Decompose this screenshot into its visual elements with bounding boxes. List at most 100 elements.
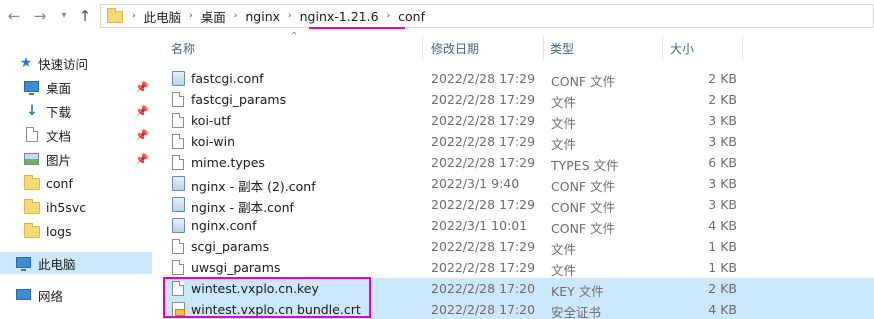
file-size: 3 KB — [708, 113, 737, 128]
sidebar-item-quick-access[interactable]: ★ 快速访问 — [0, 52, 152, 74]
sidebar-item-label: 图片 — [46, 152, 72, 168]
file-date: 2022/2/28 17:20 — [431, 281, 536, 296]
sidebar-item-network[interactable]: 网络 — [0, 284, 152, 306]
file-type: 文件 — [551, 263, 577, 278]
conf-file-icon — [172, 176, 186, 192]
file-date: 2022/2/28 17:29 — [431, 260, 536, 275]
recent-locations-chevron-icon[interactable]: ▾ — [55, 7, 73, 25]
file-date: 2022/2/28 17:29 — [431, 155, 536, 170]
chevron-right-icon[interactable]: › — [132, 11, 136, 21]
back-arrow-icon[interactable]: ← — [5, 7, 23, 25]
file-type: 文件 — [551, 95, 577, 110]
file-type: CONF 文件 — [551, 200, 616, 215]
download-icon: ↓ — [26, 103, 38, 119]
breadcrumb-nginx[interactable]: nginx — [245, 9, 280, 24]
file-row[interactable]: koi-utf 2022/2/28 17:29 文件 3 KB — [164, 110, 874, 131]
computer-icon — [16, 255, 32, 271]
pin-icon[interactable]: 📌 — [135, 105, 149, 118]
document-icon — [24, 127, 40, 143]
file-size: 6 KB — [708, 155, 737, 170]
chevron-right-icon[interactable]: › — [387, 11, 391, 21]
column-header-date[interactable]: 修改日期 — [431, 34, 479, 62]
file-row[interactable]: nginx - 副本 (2).conf 2022/3/1 9:40 CONF 文… — [164, 173, 874, 194]
file-date: 2022/2/28 17:29 — [431, 71, 536, 86]
breadcrumb-conf[interactable]: conf — [398, 9, 425, 24]
sidebar-item-ih5svc[interactable]: ih5svc — [0, 196, 152, 218]
file-size: 4 KB — [708, 302, 737, 317]
file-name: nginx - 副本.conf — [191, 200, 294, 215]
sidebar-item-documents[interactable]: 文档 📌 — [0, 124, 152, 146]
file-row[interactable]: fastcgi.conf 2022/2/28 17:29 CONF 文件 2 K… — [164, 68, 874, 89]
file-name: scgi_params — [191, 239, 270, 254]
sidebar-item-label: 桌面 — [46, 80, 72, 96]
file-name: koi-utf — [191, 113, 231, 128]
file-size: 1 KB — [708, 260, 737, 275]
chevron-right-icon[interactable]: › — [234, 11, 238, 21]
sidebar-item-label: 快速访问 — [38, 56, 89, 72]
sidebar-item-label: logs — [46, 223, 72, 239]
sidebar-item-pictures[interactable]: 图片 📌 — [0, 148, 152, 170]
sort-ascending-icon: ⌃ — [290, 31, 299, 42]
breadcrumb-desktop[interactable]: 桌面 — [201, 7, 226, 26]
column-divider[interactable] — [742, 36, 743, 60]
file-row[interactable]: nginx.conf 2022/3/1 10:01 CONF 文件 4 KB — [164, 215, 874, 236]
breadcrumb-this-pc[interactable]: 此电脑 — [144, 7, 182, 26]
up-arrow-icon[interactable]: ↑ — [76, 7, 94, 25]
file-size: 4 KB — [708, 218, 737, 233]
column-header-size[interactable]: 大小 — [670, 34, 694, 62]
file-type: 文件 — [551, 242, 577, 257]
file-type: 安全证书 — [551, 305, 602, 319]
sidebar-item-label: 此电脑 — [38, 256, 76, 272]
sidebar-item-logs[interactable]: logs — [0, 220, 152, 242]
folder-icon — [24, 175, 40, 191]
address-folder-icon — [106, 8, 124, 23]
conf-file-icon — [172, 218, 186, 234]
file-row[interactable]: scgi_params 2022/2/28 17:29 文件 1 KB — [164, 236, 874, 257]
sidebar-item-conf[interactable]: conf — [0, 172, 152, 194]
column-divider[interactable] — [662, 36, 663, 60]
file-type: CONF 文件 — [551, 74, 616, 89]
file-size: 3 KB — [708, 197, 737, 212]
pin-icon[interactable]: 📌 — [135, 129, 149, 142]
chevron-right-icon[interactable]: › — [189, 11, 193, 21]
pin-icon[interactable]: 📌 — [135, 81, 149, 94]
file-name: nginx - 副本 (2).conf — [191, 179, 316, 194]
file-date: 2022/2/28 17:29 — [431, 134, 536, 149]
file-name: fastcgi.conf — [191, 71, 264, 86]
column-header-name[interactable]: 名称 — [171, 34, 195, 62]
sidebar-item-label: conf — [46, 175, 73, 191]
column-header-type[interactable]: 类型 — [550, 34, 574, 62]
highlight-box — [163, 277, 371, 318]
file-size: 3 KB — [708, 176, 737, 191]
forward-arrow-icon[interactable]: → — [31, 7, 49, 25]
sidebar-item-downloads[interactable]: ↓ 下载 📌 — [0, 100, 152, 122]
column-divider[interactable] — [422, 36, 423, 60]
sidebar-item-label: 文档 — [46, 128, 72, 144]
file-size: 2 KB — [708, 92, 737, 107]
folder-icon — [24, 199, 40, 215]
address-bar: ← → ▾ ↑ › 此电脑 › 桌面 › nginx › nginx-1.21.… — [0, 0, 874, 34]
sidebar-item-this-pc[interactable]: 此电脑 — [0, 252, 152, 274]
address-field[interactable]: › 此电脑 › 桌面 › nginx › nginx-1.21.6 › conf — [100, 4, 874, 28]
file-date: 2022/2/28 17:29 — [431, 197, 536, 212]
pin-icon[interactable]: 📌 — [135, 153, 149, 166]
star-icon: ★ — [19, 55, 33, 71]
column-divider[interactable] — [543, 36, 544, 60]
file-row[interactable]: fastcgi_params 2022/2/28 17:29 文件 2 KB — [164, 89, 874, 110]
file-name: uwsgi_params — [191, 260, 281, 275]
file-row[interactable]: nginx - 副本.conf 2022/2/28 17:29 CONF 文件 … — [164, 194, 874, 215]
file-row[interactable]: koi-win 2022/2/28 17:29 文件 3 KB — [164, 131, 874, 152]
navigation-pane: ★ 快速访问 桌面 📌 ↓ 下载 📌 文档 📌 图片 📌 conf ih5svc… — [0, 34, 152, 319]
file-date: 2022/2/28 17:29 — [431, 239, 536, 254]
file-icon — [172, 260, 186, 276]
file-icon — [172, 113, 186, 129]
breadcrumb-nginx-version[interactable]: nginx-1.21.6 — [300, 9, 379, 24]
sidebar-item-label: 网络 — [38, 288, 64, 304]
file-row[interactable]: mime.types 2022/2/28 17:29 TYPES 文件 6 KB — [164, 152, 874, 173]
file-row[interactable]: uwsgi_params 2022/2/28 17:29 文件 1 KB — [164, 257, 874, 278]
file-date: 2022/3/1 9:40 — [431, 176, 520, 191]
file-size: 1 KB — [708, 239, 737, 254]
picture-icon — [24, 151, 40, 167]
chevron-right-icon[interactable]: › — [288, 11, 292, 21]
sidebar-item-desktop[interactable]: 桌面 📌 — [0, 76, 152, 98]
